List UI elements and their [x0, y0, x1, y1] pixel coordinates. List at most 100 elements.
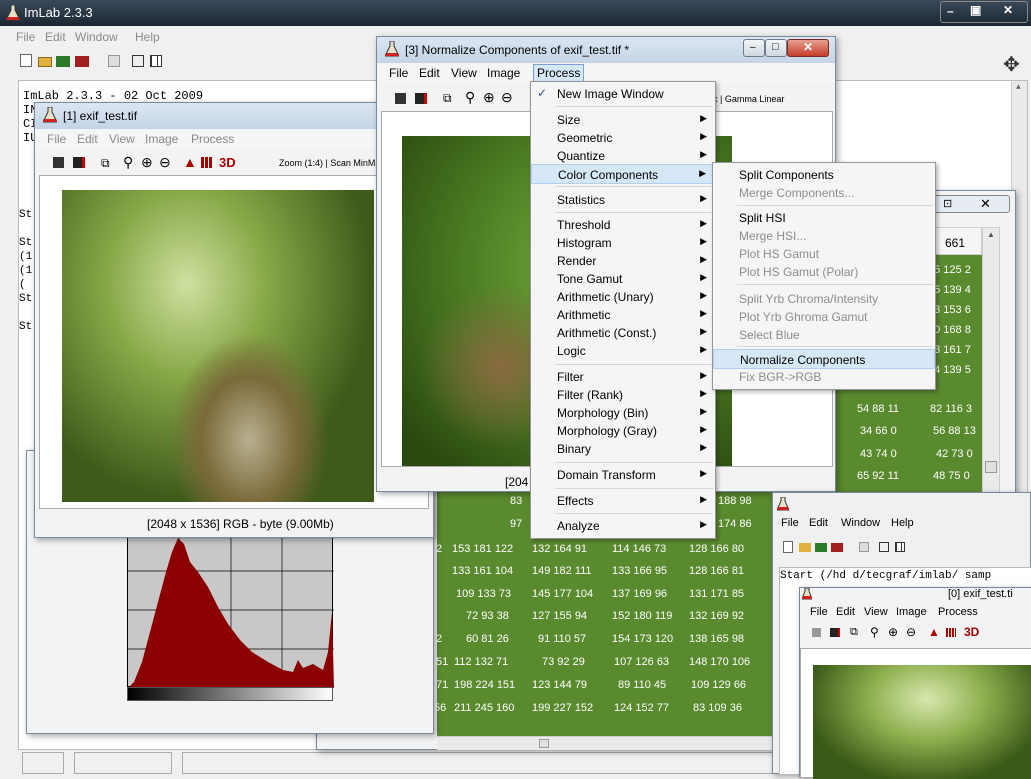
zoom-fit-icon[interactable]: ⚲: [870, 625, 879, 639]
camera-red-icon[interactable]: [75, 56, 89, 67]
menu-image[interactable]: Image: [145, 132, 178, 146]
menu-view[interactable]: View: [451, 66, 477, 80]
menu-edit[interactable]: Edit: [45, 30, 66, 44]
camera-icon[interactable]: [56, 56, 70, 67]
copy-icon[interactable]: ⧉: [101, 156, 110, 171]
paste-icon[interactable]: [132, 55, 144, 67]
zoom-in-icon[interactable]: ⊕: [141, 154, 153, 171]
menu-file[interactable]: File: [47, 132, 66, 146]
new-file-icon[interactable]: [20, 54, 32, 67]
zoom-out-icon[interactable]: ⊖: [159, 154, 171, 171]
camera-red-icon[interactable]: [831, 543, 843, 552]
menu-edit[interactable]: Edit: [836, 606, 855, 618]
maximize-button[interactable]: □: [765, 39, 787, 57]
zoom-in-icon[interactable]: ⊕: [888, 625, 898, 639]
open-folder-icon[interactable]: [38, 57, 52, 67]
export-icon[interactable]: [73, 157, 85, 168]
flask-red-icon[interactable]: ▲: [928, 625, 940, 639]
minimize-button[interactable]: –: [743, 39, 765, 57]
3d-button[interactable]: 3D: [964, 625, 979, 639]
zoom-fit-icon[interactable]: ⚲: [465, 89, 475, 106]
copy-icon[interactable]: [859, 542, 869, 552]
table-icon[interactable]: [201, 157, 213, 168]
menu-item-histogram[interactable]: Histogram ▶: [531, 233, 715, 253]
copy-icon[interactable]: ⧉: [850, 626, 858, 639]
copy-icon[interactable]: [108, 55, 120, 67]
save-icon[interactable]: [53, 157, 64, 168]
menu-item-filter-rank[interactable]: Filter (Rank) ▶: [531, 385, 715, 405]
export-icon[interactable]: [830, 628, 840, 637]
menu-file[interactable]: File: [781, 517, 799, 529]
paste-icon[interactable]: [879, 542, 889, 552]
table-icon[interactable]: [946, 628, 956, 637]
open-folder-icon[interactable]: [799, 543, 811, 552]
menu-item-domain-transform[interactable]: Domain Transform ▶: [531, 465, 715, 485]
zoom-in-icon[interactable]: ⊕: [483, 89, 495, 106]
zoom-fit-icon[interactable]: ⚲: [123, 154, 133, 171]
menu-process[interactable]: Process: [191, 132, 234, 146]
menu-process[interactable]: Process: [938, 606, 978, 618]
menu-window[interactable]: Window: [75, 30, 118, 44]
image-window-3-titlebar[interactable]: [3] Normalize Components of exif_test.ti…: [377, 37, 835, 63]
menu-item-quantize[interactable]: Quantize ▶: [531, 146, 715, 166]
save-icon[interactable]: [812, 628, 821, 637]
menu-item-analyze[interactable]: Analyze ▶: [531, 516, 715, 536]
image-window-1-titlebar[interactable]: [1] exif_test.tif: [35, 103, 433, 129]
menu-item-render[interactable]: Render ▶: [531, 251, 715, 271]
menu-item-filter[interactable]: Filter ▶: [531, 367, 715, 387]
menu-item-arithmetic[interactable]: Arithmetic ▶: [531, 305, 715, 325]
menu-item-binary[interactable]: Binary ▶: [531, 439, 715, 459]
menu-image[interactable]: Image: [896, 606, 927, 618]
image-canvas-0[interactable]: [800, 648, 1031, 779]
tile-icon[interactable]: [150, 55, 162, 67]
scroll-thumb[interactable]: [985, 461, 997, 473]
menu-edit[interactable]: Edit: [809, 517, 828, 529]
image-canvas-1[interactable]: [39, 175, 429, 509]
menu-item-logic[interactable]: Logic ▶: [531, 341, 715, 361]
menu-item-tone-gamut[interactable]: Tone Gamut ▶: [531, 269, 715, 289]
menu-item-threshold[interactable]: Threshold ▶: [531, 215, 715, 235]
menu-edit[interactable]: Edit: [77, 132, 98, 146]
menu-item-color-components[interactable]: Color Components ▶: [531, 164, 715, 184]
menu-item-split-hsi[interactable]: Split HSI: [713, 208, 935, 228]
menu-edit[interactable]: Edit: [419, 66, 440, 80]
menu-help[interactable]: Help: [135, 30, 160, 44]
close-button[interactable]: ✕: [787, 39, 829, 57]
restore-icon[interactable]: ⊡: [943, 197, 952, 210]
menu-item-arithmetic-const[interactable]: Arithmetic (Const.) ▶: [531, 323, 715, 343]
menu-item-statistics[interactable]: Statistics ▶: [531, 190, 715, 210]
menu-item-size[interactable]: Size ▶: [531, 110, 715, 130]
menu-file[interactable]: File: [16, 30, 35, 44]
save-icon[interactable]: [395, 93, 406, 104]
menu-item-geometric[interactable]: Geometric ▶: [531, 128, 715, 148]
copy-icon[interactable]: ⧉: [443, 91, 452, 106]
zoom-out-icon[interactable]: ⊖: [906, 625, 916, 639]
export-icon[interactable]: [415, 93, 427, 104]
maximize-icon[interactable]: ▣: [970, 3, 981, 17]
menu-help[interactable]: Help: [891, 517, 914, 529]
menu-image[interactable]: Image: [487, 66, 520, 80]
menu-item-split-components[interactable]: Split Components: [713, 165, 935, 185]
menu-item-arithmetic-unary[interactable]: Arithmetic (Unary) ▶: [531, 287, 715, 307]
menu-item-effects[interactable]: Effects ▶: [531, 491, 715, 511]
camera-icon[interactable]: [815, 543, 827, 552]
menu-process[interactable]: Process: [533, 64, 585, 82]
menu-view[interactable]: View: [864, 606, 888, 618]
image-window-0-titlebar[interactable]: [0] exif_test.ti: [800, 587, 1031, 602]
menu-item-morphology-gray[interactable]: Morphology (Gray) ▶: [531, 421, 715, 441]
move-crosshair-icon[interactable]: ✥: [1003, 52, 1020, 77]
3d-button[interactable]: 3D: [219, 155, 236, 170]
zoom-out-icon[interactable]: ⊖: [501, 89, 513, 106]
tile-icon[interactable]: [895, 542, 905, 552]
menu-file[interactable]: File: [389, 66, 408, 80]
menu-item-normalize-components[interactable]: Normalize Components: [713, 349, 935, 369]
close-icon[interactable]: ✕: [980, 196, 991, 212]
new-file-icon[interactable]: [783, 541, 793, 553]
menu-window[interactable]: Window: [841, 517, 880, 529]
menu-item-morphology-bin[interactable]: Morphology (Bin) ▶: [531, 403, 715, 423]
flask-red-icon[interactable]: ▲: [183, 154, 197, 170]
menu-view[interactable]: View: [109, 132, 135, 146]
close-icon[interactable]: ✕: [1003, 3, 1013, 17]
menu-file[interactable]: File: [810, 606, 828, 618]
menu-item-new-image-window[interactable]: ✓ New Image Window: [531, 84, 715, 104]
